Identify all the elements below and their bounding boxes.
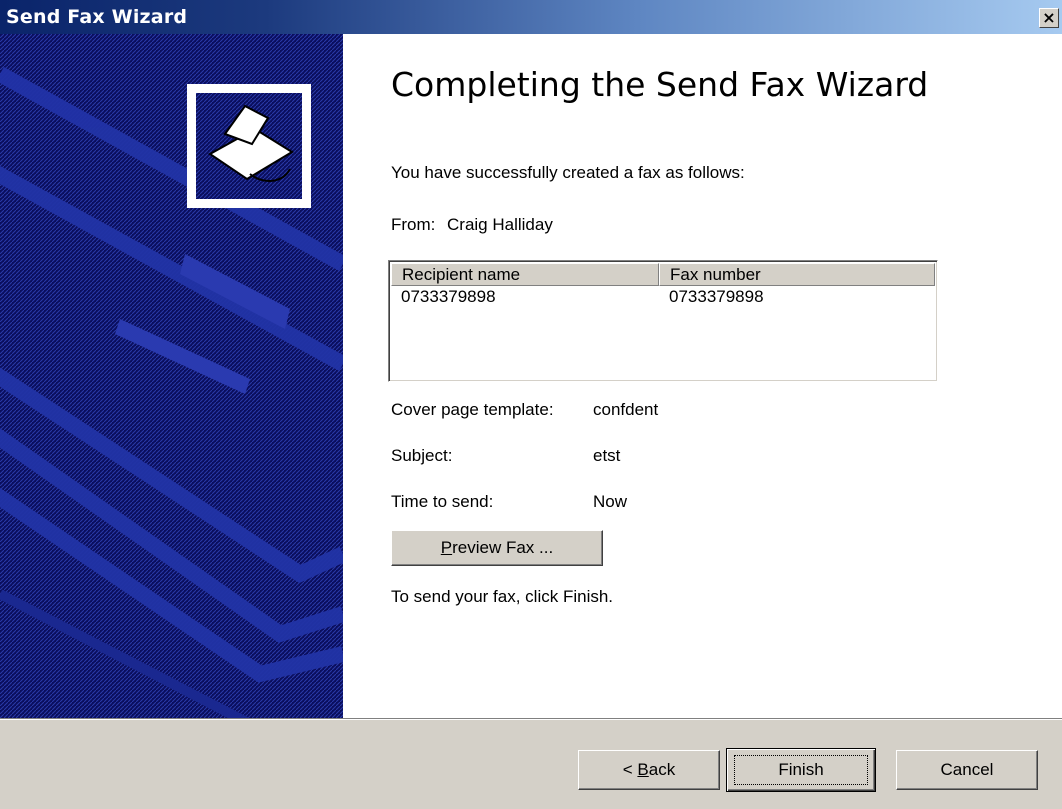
from-label: From: bbox=[391, 215, 436, 234]
fax-number-cell: 0733379898 bbox=[669, 287, 764, 306]
wizard-content: Completing the Send Fax Wizard You have … bbox=[343, 34, 1062, 718]
subject-label: Subject: bbox=[391, 446, 453, 465]
fax-machine-icon bbox=[187, 84, 311, 208]
time-to-send-value: Now bbox=[593, 492, 628, 511]
cover-page-value: confdent bbox=[593, 400, 659, 419]
focus-rectangle bbox=[734, 755, 868, 785]
column-header-fax-number[interactable]: Fax number bbox=[659, 263, 935, 286]
wizard-banner bbox=[0, 34, 343, 718]
preview-fax-button[interactable]: Preview Fax ... bbox=[391, 530, 603, 566]
close-icon: × bbox=[1042, 8, 1056, 27]
recipient-name-cell: 0733379898 bbox=[401, 287, 496, 306]
time-to-send-label: Time to send: bbox=[391, 492, 494, 511]
cancel-button[interactable]: Cancel bbox=[896, 750, 1038, 790]
page-title: Completing the Send Fax Wizard bbox=[391, 65, 929, 104]
window-title: Send Fax Wizard bbox=[6, 6, 188, 28]
banner-graphic bbox=[0, 34, 343, 718]
intro-text: You have successfully created a fax as f… bbox=[391, 163, 745, 182]
back-button[interactable]: < Back bbox=[578, 750, 720, 790]
instruction-text: To send your fax, click Finish. bbox=[391, 587, 614, 606]
from-value: Craig Halliday bbox=[447, 215, 553, 234]
column-header-recipient-name[interactable]: Recipient name bbox=[391, 263, 659, 286]
send-fax-wizard-window: Send Fax Wizard × Completing the Send Fa… bbox=[0, 0, 1062, 809]
title-bar[interactable]: Send Fax Wizard × bbox=[0, 0, 1062, 34]
close-button[interactable]: × bbox=[1039, 8, 1059, 28]
subject-value: etst bbox=[593, 446, 621, 465]
recipient-list[interactable]: Recipient name Fax number 0733379898 073… bbox=[388, 260, 938, 382]
finish-button[interactable]: Finish bbox=[726, 748, 876, 792]
footer-divider-highlight bbox=[0, 719, 1062, 720]
cover-page-label: Cover page template: bbox=[391, 400, 554, 419]
